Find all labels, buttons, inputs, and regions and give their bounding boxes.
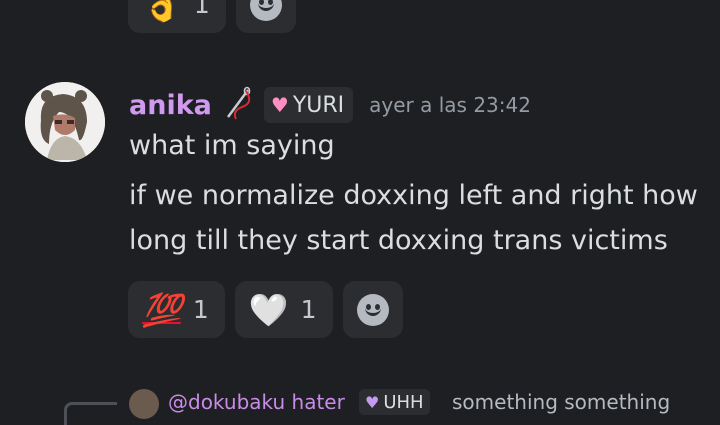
add-reaction-icon xyxy=(356,293,389,326)
role-name: YURI xyxy=(292,92,345,118)
white-heart-icon: 🤍 xyxy=(248,290,289,329)
avatar[interactable] xyxy=(25,82,105,162)
reaction-ok-hand[interactable]: 👌 1 xyxy=(128,0,226,33)
role-tag[interactable]: ♥ YURI xyxy=(263,87,354,123)
reply-role-name: UHH xyxy=(383,391,424,413)
heart-icon: ♥ xyxy=(270,93,289,117)
needle-and-thread-icon xyxy=(212,85,254,125)
message-reactions: 💯 1 🤍 1 xyxy=(128,281,403,338)
timestamp: ayer a las 23:42 xyxy=(369,93,531,117)
hundred-points-icon: 💯 xyxy=(142,290,182,329)
reply-text: something something xyxy=(452,390,671,414)
ok-hand-icon: 👌 xyxy=(142,0,182,24)
reply-avatar xyxy=(129,389,159,419)
reaction-count: 1 xyxy=(300,295,317,324)
reaction-count: 1 xyxy=(192,295,209,324)
message-header: anika ♥ YURI ayer a las 23:42 xyxy=(129,84,531,126)
add-reaction-button[interactable] xyxy=(235,0,296,33)
heart-icon: ♥ xyxy=(365,392,380,412)
reaction-hundred[interactable]: 💯 1 xyxy=(128,281,225,338)
reply-role-tag: ♥ UHH xyxy=(359,389,430,415)
avatar-image xyxy=(25,82,105,162)
message-line: what im saying xyxy=(129,130,335,161)
reaction-white-heart[interactable]: 🤍 1 xyxy=(234,281,333,338)
reply-username[interactable]: @dokubaku hater xyxy=(168,390,345,414)
message-line: long till they start doxxing trans victi… xyxy=(129,225,668,256)
message-line: if we normalize doxxing left and right h… xyxy=(129,180,698,211)
add-reaction-button[interactable] xyxy=(342,281,403,338)
previous-message-reactions: 👌 1 xyxy=(128,0,296,33)
reply-preview[interactable]: @dokubaku hater ♥ UHH something somethin… xyxy=(0,386,720,425)
reply-connector xyxy=(64,402,117,425)
reaction-count: 1 xyxy=(193,0,210,19)
add-reaction-icon xyxy=(249,0,282,21)
username[interactable]: anika xyxy=(129,90,212,121)
